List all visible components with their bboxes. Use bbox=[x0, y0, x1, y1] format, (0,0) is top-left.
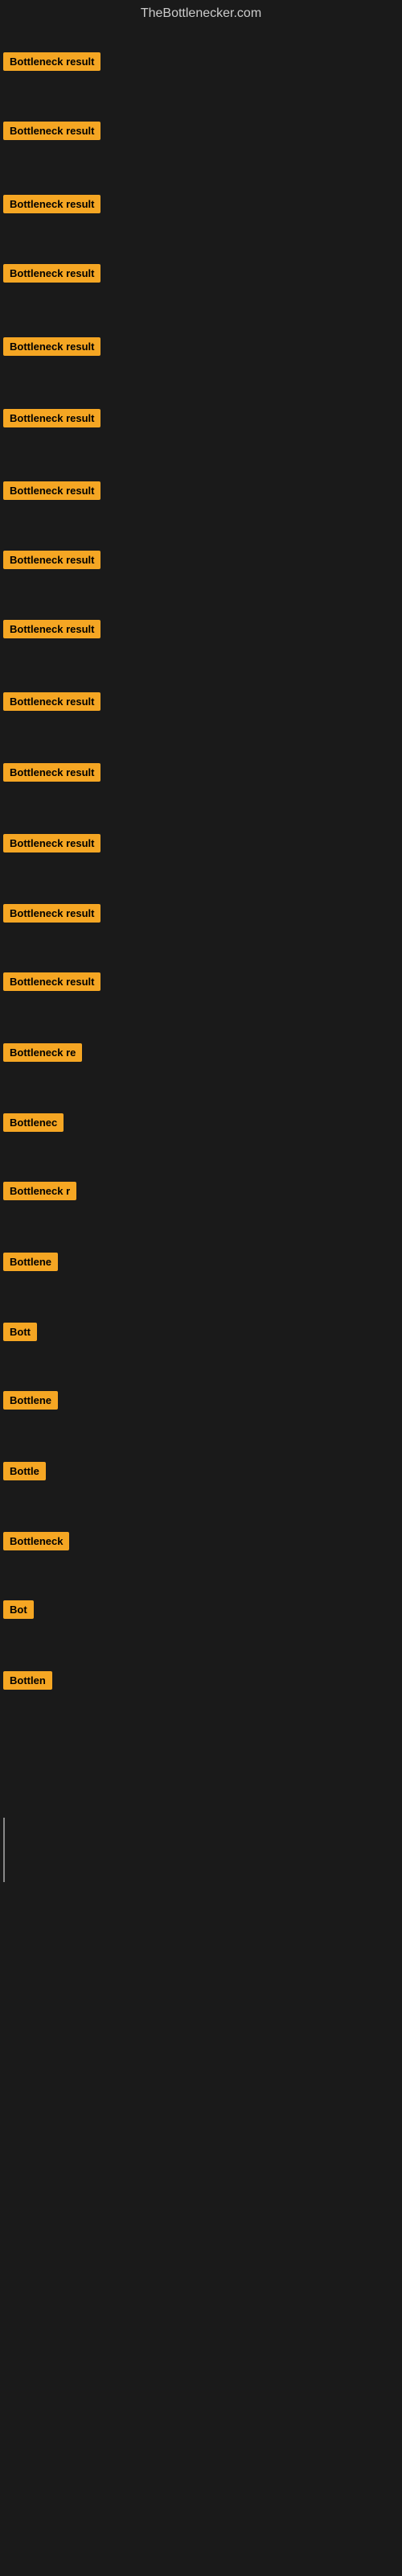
bottleneck-badge-16[interactable]: Bottlenec bbox=[3, 1113, 64, 1132]
bottleneck-badge-9[interactable]: Bottleneck result bbox=[3, 620, 100, 638]
result-row-22[interactable]: Bottleneck bbox=[3, 1532, 69, 1554]
bottleneck-badge-18[interactable]: Bottlene bbox=[3, 1253, 58, 1271]
result-row-16[interactable]: Bottlenec bbox=[3, 1113, 64, 1136]
result-row-1[interactable]: Bottleneck result bbox=[3, 52, 100, 75]
result-row-9[interactable]: Bottleneck result bbox=[3, 620, 100, 642]
result-row-12[interactable]: Bottleneck result bbox=[3, 834, 100, 857]
bottleneck-badge-10[interactable]: Bottleneck result bbox=[3, 692, 100, 711]
site-title: TheBottlenecker.com bbox=[0, 0, 402, 31]
result-row-8[interactable]: Bottleneck result bbox=[3, 551, 100, 573]
bottleneck-badge-7[interactable]: Bottleneck result bbox=[3, 481, 100, 500]
bottleneck-badge-20[interactable]: Bottlene bbox=[3, 1391, 58, 1410]
result-row-7[interactable]: Bottleneck result bbox=[3, 481, 100, 504]
bottleneck-badge-4[interactable]: Bottleneck result bbox=[3, 264, 100, 283]
bottleneck-badge-12[interactable]: Bottleneck result bbox=[3, 834, 100, 852]
bottleneck-badge-3[interactable]: Bottleneck result bbox=[3, 195, 100, 213]
bottleneck-badge-14[interactable]: Bottleneck result bbox=[3, 972, 100, 991]
bottleneck-badge-6[interactable]: Bottleneck result bbox=[3, 409, 100, 427]
result-row-4[interactable]: Bottleneck result bbox=[3, 264, 100, 287]
bottleneck-badge-23[interactable]: Bot bbox=[3, 1600, 34, 1619]
result-row-11[interactable]: Bottleneck result bbox=[3, 763, 100, 786]
result-row-18[interactable]: Bottlene bbox=[3, 1253, 58, 1275]
spacer-bottom bbox=[0, 1898, 402, 2542]
bottleneck-badge-1[interactable]: Bottleneck result bbox=[3, 52, 100, 71]
bottleneck-badge-22[interactable]: Bottleneck bbox=[3, 1532, 69, 1550]
result-row-17[interactable]: Bottleneck r bbox=[3, 1182, 76, 1204]
result-row-20[interactable]: Bottlene bbox=[3, 1391, 58, 1414]
bottleneck-badge-13[interactable]: Bottleneck result bbox=[3, 904, 100, 923]
bottleneck-badge-8[interactable]: Bottleneck result bbox=[3, 551, 100, 569]
result-row-2[interactable]: Bottleneck result bbox=[3, 122, 100, 144]
bottleneck-badge-19[interactable]: Bott bbox=[3, 1323, 37, 1341]
result-row-14[interactable]: Bottleneck result bbox=[3, 972, 100, 995]
result-row-24[interactable]: Bottlen bbox=[3, 1671, 52, 1694]
result-row-15[interactable]: Bottleneck re bbox=[3, 1043, 82, 1066]
page-wrapper: TheBottlenecker.com Bottleneck resultBot… bbox=[0, 0, 402, 2576]
bottleneck-badge-2[interactable]: Bottleneck result bbox=[3, 122, 100, 140]
cursor-indicator bbox=[3, 1818, 5, 1882]
bottleneck-badge-11[interactable]: Bottleneck result bbox=[3, 763, 100, 782]
result-row-6[interactable]: Bottleneck result bbox=[3, 409, 100, 431]
bottleneck-badge-15[interactable]: Bottleneck re bbox=[3, 1043, 82, 1062]
result-row-13[interactable]: Bottleneck result bbox=[3, 904, 100, 927]
bottleneck-badge-17[interactable]: Bottleneck r bbox=[3, 1182, 76, 1200]
result-row-10[interactable]: Bottleneck result bbox=[3, 692, 100, 715]
bottleneck-badge-24[interactable]: Bottlen bbox=[3, 1671, 52, 1690]
result-row-3[interactable]: Bottleneck result bbox=[3, 195, 100, 217]
result-row-23[interactable]: Bot bbox=[3, 1600, 34, 1623]
bottleneck-badge-21[interactable]: Bottle bbox=[3, 1462, 46, 1480]
results-container: Bottleneck result Bottleneck result Bottle… bbox=[0, 31, 402, 1802]
result-row-19[interactable]: Bott bbox=[3, 1323, 37, 1345]
result-row-5[interactable]: Bottleneck result bbox=[3, 337, 100, 360]
bottleneck-badge-5[interactable]: Bottleneck result bbox=[3, 337, 100, 356]
result-row-21[interactable]: Bottle bbox=[3, 1462, 46, 1484]
